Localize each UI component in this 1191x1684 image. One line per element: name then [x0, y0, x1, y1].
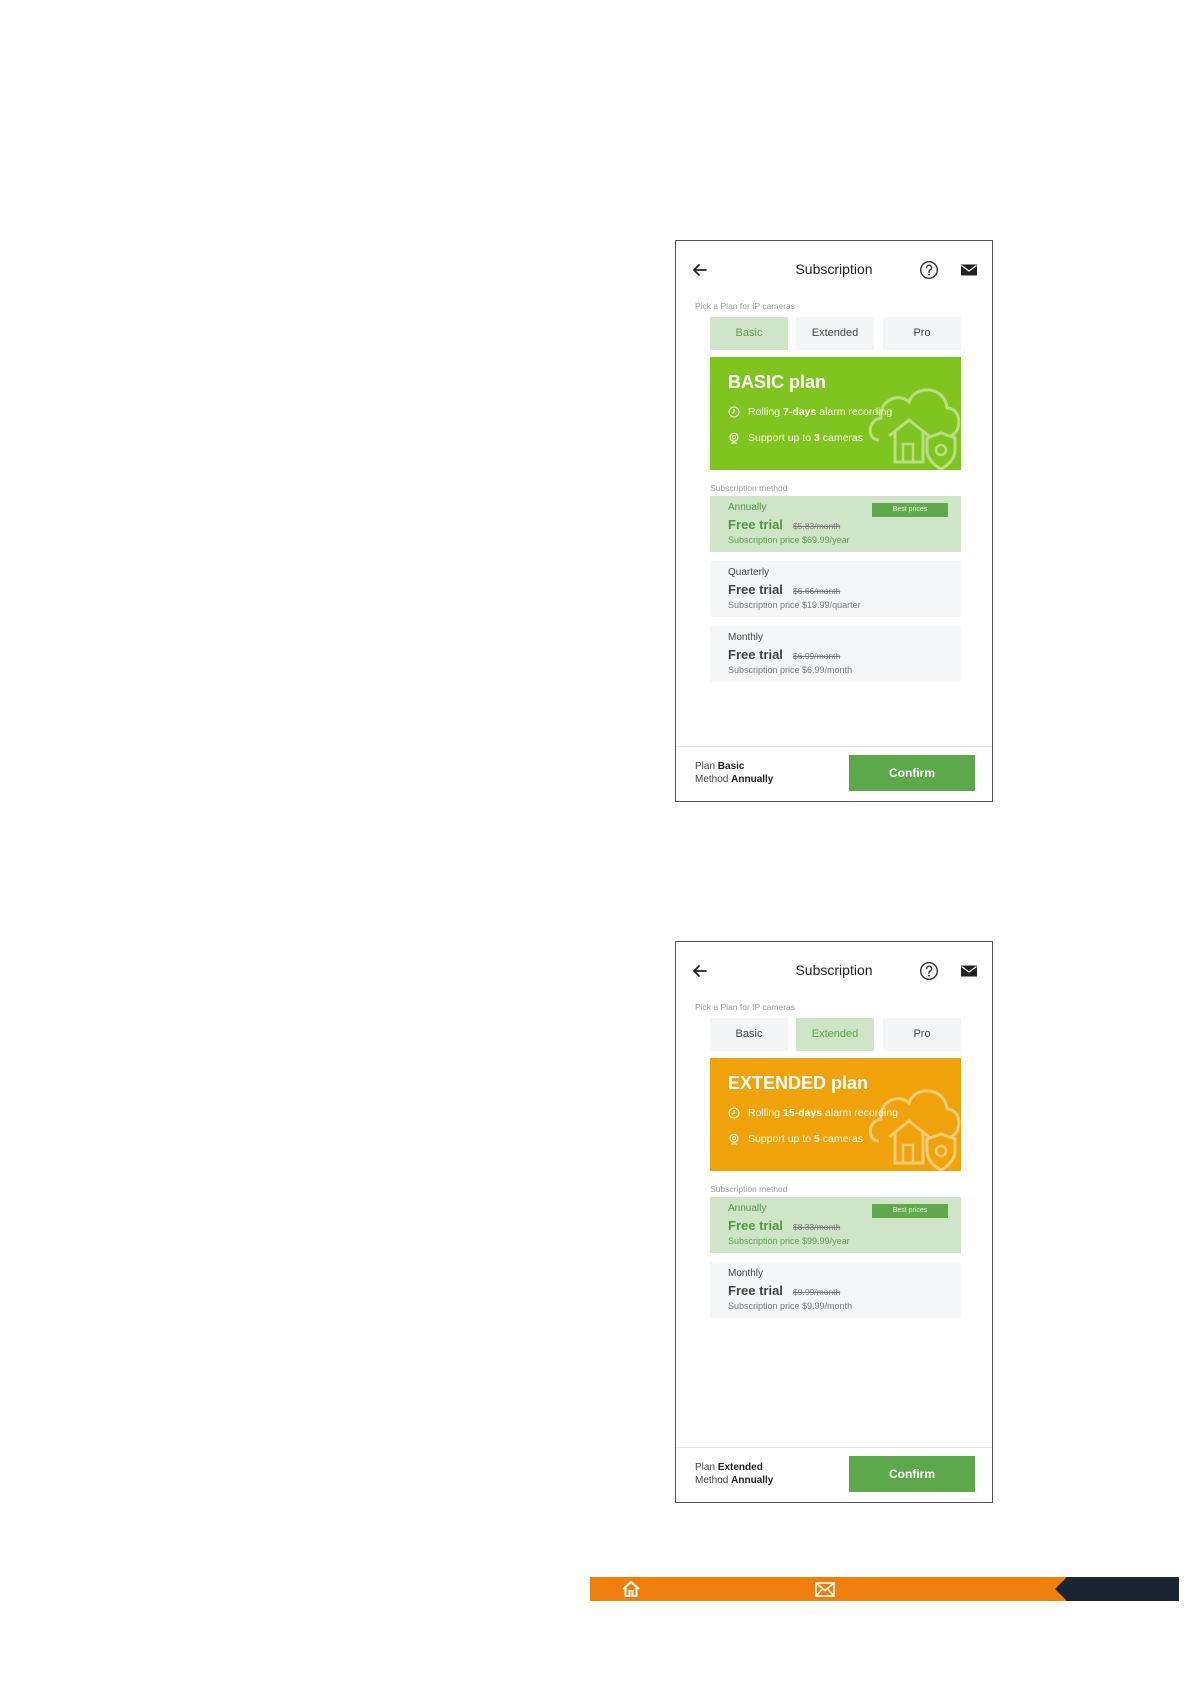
tab-extended[interactable]: Extended — [796, 317, 874, 350]
plan-name: BASIC plan — [728, 372, 827, 392]
pick-plan-label: Pick a Plan for IP cameras — [695, 301, 795, 311]
plan-tabs: Basic Extended Pro — [710, 317, 961, 350]
app-header: Subscription — [676, 241, 992, 299]
help-icon[interactable] — [919, 260, 939, 280]
option-monthly[interactable]: Monthly Free trial $9.99/month Subscript… — [710, 1262, 961, 1318]
help-icon[interactable] — [919, 961, 939, 981]
mail-icon[interactable] — [815, 1582, 835, 1597]
option-name: Monthly — [728, 1268, 764, 1279]
tab-basic[interactable]: Basic — [710, 1018, 788, 1051]
tab-basic[interactable]: Basic — [710, 317, 788, 350]
option-subscription-price: Subscription price $6.99/month — [728, 665, 853, 675]
subscription-screen-basic: Subscription Pick a Plan for IP cameras … — [675, 240, 993, 802]
tab-extended[interactable]: Extended — [796, 1018, 874, 1051]
home-icon[interactable] — [621, 1580, 641, 1598]
tab-pro[interactable]: Pro — [883, 317, 961, 350]
option-monthly[interactable]: Monthly Free trial $6.99/month Subscript… — [710, 626, 961, 682]
option-quarterly[interactable]: Quarterly Free trial $6.66/month Subscri… — [710, 561, 961, 617]
camera-icon — [729, 432, 739, 444]
tab-pro[interactable]: Pro — [883, 1018, 961, 1051]
subscription-screen-extended: Subscription Pick a Plan for IP cameras … — [675, 941, 993, 1503]
option-strike-price: $5.83/month — [793, 521, 841, 531]
option-trial: Free trial — [728, 647, 783, 662]
camera-icon — [729, 1133, 739, 1145]
selection-summary: Plan Extended Method Annually — [695, 1462, 774, 1486]
option-strike-price: $6.66/month — [793, 586, 841, 596]
option-trial: Free trial — [728, 582, 783, 597]
option-subscription-price: Subscription price $19.99/quarter — [728, 600, 861, 610]
page-title: Subscription — [795, 261, 873, 277]
plan-banner: BASIC plan Rolling 7-days alarm recordin… — [710, 357, 961, 470]
page-title: Subscription — [795, 962, 873, 978]
selected-method: Annually — [731, 1475, 774, 1486]
mail-icon[interactable] — [960, 261, 978, 279]
selected-plan: Basic — [717, 761, 745, 772]
mail-icon[interactable] — [960, 962, 978, 980]
confirm-button[interactable]: Confirm — [849, 755, 975, 791]
option-strike-price: $8.33/month — [793, 1222, 841, 1232]
option-strike-price: $9.99/month — [793, 1287, 841, 1297]
footer-bar: Plan Extended Method Annually Confirm — [676, 1447, 992, 1502]
plan-banner: EXTENDED plan Rolling 15-days alarm reco… — [710, 1058, 961, 1171]
option-annually[interactable]: Annually Free trial $8.33/month Subscrip… — [710, 1197, 961, 1253]
plan-tabs: Basic Extended Pro — [710, 1018, 961, 1051]
clock-icon — [728, 406, 740, 418]
best-prices-badge: Best prices — [872, 1204, 948, 1218]
pick-plan-label: Pick a Plan for IP cameras — [695, 1002, 795, 1012]
footer-bar: Plan Basic Method Annually Confirm — [676, 746, 992, 801]
cloud-home-icon — [868, 1089, 961, 1171]
option-annually[interactable]: Annually Free trial $5.83/month Subscrip… — [710, 496, 961, 552]
selected-plan: Extended — [717, 1462, 763, 1473]
option-trial: Free trial — [728, 1283, 783, 1298]
option-name: Annually — [728, 502, 767, 513]
subscription-method-label: Subscription method — [710, 483, 788, 493]
footer-dark-block — [1066, 1577, 1179, 1601]
confirm-button[interactable]: Confirm — [849, 1456, 975, 1492]
selection-summary: Plan Basic Method Annually — [695, 761, 774, 785]
option-subscription-price: Subscription price $9.99/month — [728, 1301, 853, 1311]
cloud-home-icon — [868, 388, 961, 470]
option-trial: Free trial — [728, 517, 783, 532]
clock-icon — [728, 1107, 740, 1119]
option-name: Quarterly — [728, 567, 770, 578]
option-name: Monthly — [728, 632, 764, 643]
option-name: Annually — [728, 1203, 767, 1214]
feature-cameras: Support up to 5 cameras — [728, 1133, 863, 1145]
subscription-method-label: Subscription method — [710, 1184, 788, 1194]
option-strike-price: $6.99/month — [793, 651, 841, 661]
option-subscription-price: Subscription price $99.99/year — [728, 1236, 850, 1246]
best-prices-badge: Best prices — [872, 503, 948, 517]
plan-name: EXTENDED plan — [728, 1073, 869, 1093]
selected-method: Annually — [731, 774, 774, 785]
option-trial: Free trial — [728, 1218, 783, 1233]
option-subscription-price: Subscription price $69.99/year — [728, 535, 850, 545]
feature-cameras: Support up to 3 cameras — [728, 432, 863, 444]
app-header: Subscription — [676, 942, 992, 1000]
